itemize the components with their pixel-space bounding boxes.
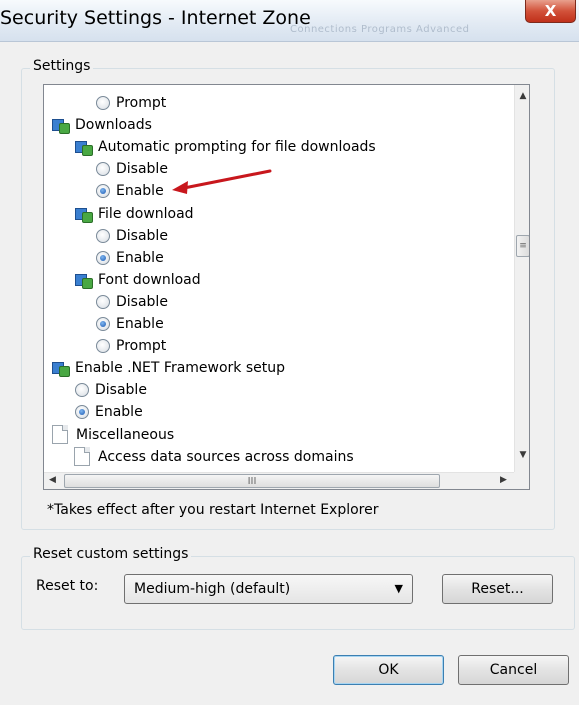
tree-row: Automatic prompting for file downloads bbox=[75, 136, 376, 158]
tree-row-label: Disable bbox=[116, 161, 168, 178]
tree-row-label: Enable .NET Framework setup bbox=[75, 360, 286, 377]
document-icon bbox=[74, 447, 90, 467]
tree-row-label: Prompt bbox=[116, 95, 167, 111]
setting-icon bbox=[75, 272, 93, 289]
scrollbar-corner bbox=[514, 472, 529, 489]
radio-selected-icon[interactable] bbox=[96, 250, 110, 265]
scroll-left-icon[interactable]: ◀ bbox=[49, 475, 56, 485]
tree-row-label: Disable bbox=[116, 293, 168, 310]
ok-button[interactable]: OK bbox=[333, 655, 444, 685]
tree-row-label: Enable bbox=[116, 183, 164, 200]
reset-group-label: Reset custom settings bbox=[30, 546, 192, 562]
tree-row[interactable]: Disable bbox=[96, 158, 168, 180]
setting-icon bbox=[52, 117, 70, 135]
scroll-right-icon[interactable]: ▶ bbox=[500, 475, 507, 485]
tree-row-label: Enable bbox=[95, 404, 143, 421]
tree-row[interactable]: Enable bbox=[96, 180, 164, 202]
tree-row-label: Downloads bbox=[75, 117, 152, 134]
tree-row[interactable]: Prompt bbox=[96, 335, 166, 357]
radio-empty-icon[interactable] bbox=[75, 383, 89, 398]
tree-row-label: Disable bbox=[95, 382, 147, 399]
cancel-button[interactable]: Cancel bbox=[458, 655, 569, 685]
tree-row[interactable]: Enable bbox=[96, 313, 164, 335]
tree-row-label: Access data sources across domains bbox=[98, 448, 354, 465]
radio-selected-icon[interactable] bbox=[75, 405, 89, 420]
grip-icon: III bbox=[247, 475, 257, 487]
tree-row[interactable]: Prompt bbox=[96, 92, 166, 114]
document-icon bbox=[52, 425, 68, 444]
horizontal-scroll-thumb[interactable]: III bbox=[64, 474, 440, 488]
radio-empty-icon[interactable] bbox=[96, 96, 110, 110]
tree-row[interactable]: Disable bbox=[96, 225, 168, 247]
selected-level: Medium-high (default) bbox=[134, 581, 291, 597]
tree-row-label: Enable bbox=[116, 249, 164, 266]
vertical-scroll-thumb[interactable]: ≡ bbox=[516, 235, 529, 257]
radio-empty-icon[interactable] bbox=[96, 294, 110, 309]
setting-icon bbox=[75, 139, 93, 157]
tree-row-label: Miscellaneous bbox=[76, 426, 175, 443]
close-button[interactable]: X bbox=[525, 0, 576, 23]
tree-row[interactable]: Disable bbox=[96, 291, 168, 313]
close-icon: X bbox=[544, 2, 557, 20]
radio-empty-icon[interactable] bbox=[96, 339, 110, 354]
scroll-down-icon[interactable]: ▼ bbox=[515, 450, 529, 460]
tree-row[interactable]: Enable bbox=[96, 247, 164, 269]
restart-note: *Takes effect after you restart Internet… bbox=[47, 502, 379, 518]
title-bar: Security Settings - Internet Zone Connec… bbox=[0, 0, 579, 42]
tree-row[interactable]: Enable bbox=[75, 401, 143, 423]
vertical-scrollbar[interactable]: ▲ ≡ ▼ bbox=[514, 85, 529, 472]
reset-to-label: Reset to: bbox=[36, 578, 99, 594]
reset-button[interactable]: Reset... bbox=[442, 574, 553, 604]
tree-row: Miscellaneous bbox=[52, 424, 174, 446]
tree-row-label: Disable bbox=[116, 227, 168, 244]
settings-tree[interactable]: Prompt Downloads Automatic prompting for f… bbox=[43, 84, 530, 490]
reset-level-select[interactable]: Medium-high (default) ▼ bbox=[124, 574, 413, 604]
tree-row: Downloads bbox=[52, 114, 152, 136]
tree-row-label: Font download bbox=[98, 271, 201, 288]
radio-empty-icon[interactable] bbox=[96, 228, 110, 243]
tree-row-label: Enable bbox=[116, 316, 164, 332]
radio-empty-icon[interactable] bbox=[96, 162, 110, 177]
tree-row: Font download bbox=[75, 269, 201, 291]
tree-row-label: Prompt bbox=[116, 338, 167, 355]
chevron-down-icon: ▼ bbox=[394, 582, 403, 595]
background-tabs-text: Connections Programs Advanced bbox=[290, 24, 470, 35]
grip-icon: ≡ bbox=[519, 241, 527, 251]
settings-group-label: Settings bbox=[30, 58, 94, 74]
tree-row-label: Automatic prompting for file downloads bbox=[98, 139, 376, 156]
tree-row: Enable .NET Framework setup bbox=[52, 357, 285, 379]
tree-row-label: File download bbox=[98, 205, 194, 222]
annotation-arrow-icon bbox=[172, 169, 272, 194]
radio-selected-icon[interactable] bbox=[96, 184, 110, 199]
setting-icon bbox=[52, 360, 70, 378]
window-title: Security Settings - Internet Zone bbox=[0, 7, 311, 29]
scroll-up-icon[interactable]: ▲ bbox=[515, 91, 529, 101]
tree-row: File download bbox=[75, 203, 194, 225]
tree-row[interactable]: Disable bbox=[75, 379, 147, 401]
radio-selected-icon[interactable] bbox=[96, 317, 110, 331]
horizontal-scrollbar[interactable]: ◀ III ▶ bbox=[44, 472, 514, 489]
tree-row: Access data sources across domains bbox=[74, 446, 354, 468]
setting-icon bbox=[75, 206, 93, 223]
